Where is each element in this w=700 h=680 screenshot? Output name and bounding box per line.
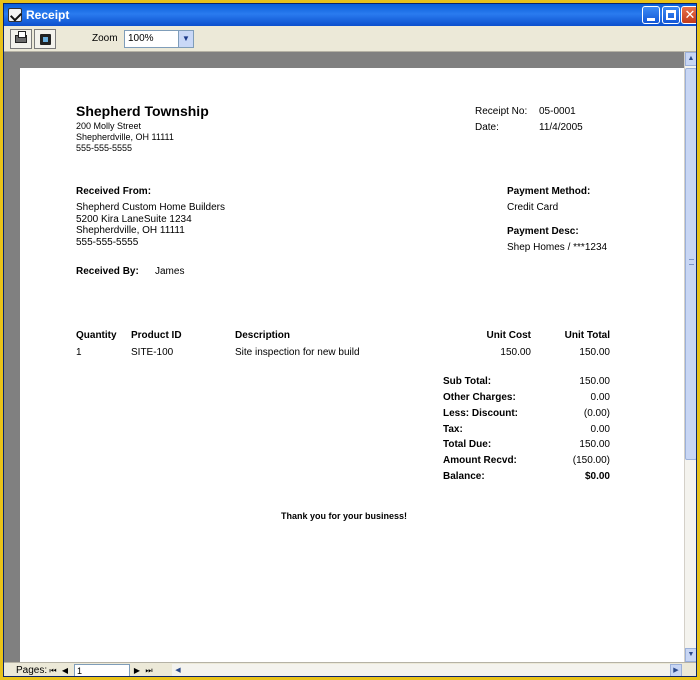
balance-label: Balance:	[443, 471, 485, 482]
date-label: Date:	[475, 122, 499, 133]
maximize-button[interactable]	[662, 6, 680, 24]
subtotal-label: Sub Total:	[443, 376, 492, 387]
subtotal-value: 150.00	[579, 376, 610, 387]
other-charges-value: 0.00	[590, 392, 610, 403]
company-address-line2: Shepherdville, OH 11111	[76, 132, 174, 142]
received-from-line4: 555-555-5555	[76, 237, 139, 248]
receipt-app-icon	[8, 8, 22, 22]
scroll-right-icon[interactable]: ▶	[670, 664, 682, 676]
minimize-icon	[647, 18, 655, 21]
amount-received-value: (150.00)	[572, 455, 610, 466]
payment-method-label: Payment Method:	[507, 186, 591, 197]
zoom-select[interactable]: 100% ▼	[124, 30, 194, 48]
received-from-line2: 5200 Kira LaneSuite 1234	[76, 214, 192, 225]
row-quantity: 1	[76, 347, 82, 358]
first-page-icon[interactable]: ⏮	[48, 665, 58, 676]
received-by-label: Received By:	[76, 266, 139, 277]
company-phone: 555-555-5555	[76, 143, 133, 153]
close-button[interactable]: ✕	[681, 6, 696, 24]
export-icon	[40, 34, 51, 45]
payment-desc-label: Payment Desc:	[507, 226, 579, 237]
scroll-down-icon[interactable]: ▼	[685, 648, 696, 662]
tax-label: Tax:	[443, 424, 463, 435]
other-charges-label: Other Charges:	[443, 392, 516, 403]
report-viewport: Shepherd Township 200 Molly Street Sheph…	[4, 52, 684, 662]
export-button[interactable]	[34, 29, 56, 49]
amount-received-label: Amount Recvd:	[443, 455, 517, 466]
total-due-value: 150.00	[579, 439, 610, 450]
scroll-up-icon[interactable]: ▲	[685, 52, 696, 66]
horizontal-scrollbar[interactable]: ◀ ▶	[172, 664, 682, 676]
status-bar: Pages: ⏮ ◀ 1 ▶ ⏭ ◀ ▶	[4, 662, 696, 676]
receipt-page: Shepherd Township 200 Molly Street Sheph…	[20, 68, 684, 662]
window-title: Receipt	[26, 8, 70, 22]
row-unit-cost: 150.00	[500, 347, 531, 358]
receipt-no-value: 05-0001	[539, 106, 576, 117]
receipt-no-label: Receipt No:	[475, 106, 528, 117]
maximize-icon	[666, 10, 676, 20]
payment-desc-value: Shep Homes / ***1234	[507, 242, 608, 253]
row-product-id: SITE-100	[131, 347, 174, 358]
printer-icon	[15, 31, 27, 43]
total-due-label: Total Due:	[443, 439, 492, 450]
date-value: 11/4/2005	[539, 122, 583, 133]
payment-method-value: Credit Card	[507, 202, 559, 213]
received-from-line1: Shepherd Custom Home Builders	[76, 202, 225, 213]
thank-you-message: Thank you for your business!	[280, 511, 408, 521]
scroll-left-icon[interactable]: ◀	[172, 664, 184, 676]
pages-label: Pages:	[16, 665, 48, 676]
title-bar[interactable]: Receipt ✕	[4, 4, 696, 26]
col-header-product-id: Product ID	[131, 330, 182, 341]
page-number-input[interactable]: 1	[74, 664, 130, 676]
close-icon: ✕	[684, 8, 696, 23]
zoom-value: 100%	[128, 33, 154, 44]
vertical-scroll-thumb[interactable]	[685, 68, 696, 460]
previous-page-icon[interactable]: ◀	[60, 665, 70, 676]
last-page-icon[interactable]: ⏭	[144, 665, 154, 676]
col-header-quantity: Quantity	[76, 330, 117, 341]
received-from-label: Received From:	[76, 186, 152, 197]
received-by-value: James	[155, 266, 185, 277]
col-header-description: Description	[235, 330, 291, 341]
company-address-line1: 200 Molly Street	[76, 121, 142, 131]
row-unit-total: 150.00	[579, 347, 610, 358]
toolbar: Zoom 100% ▼	[4, 26, 696, 52]
zoom-label: Zoom	[92, 33, 118, 44]
chevron-down-icon[interactable]: ▼	[178, 31, 193, 47]
receipt-window: Receipt ✕ Zoom 100% ▼ Shepherd Township …	[3, 3, 697, 677]
vertical-scrollbar[interactable]: ▲ ▼	[684, 52, 696, 662]
print-button[interactable]	[10, 29, 32, 49]
company-name: Shepherd Township	[76, 103, 209, 119]
received-from-line3: Shepherdville, OH 11111	[76, 225, 185, 236]
col-header-unit-total: Unit Total	[564, 330, 610, 341]
next-page-icon[interactable]: ▶	[132, 665, 142, 676]
tax-value: 0.00	[590, 424, 610, 435]
minimize-button[interactable]	[642, 6, 660, 24]
grip-icon	[689, 259, 694, 265]
col-header-unit-cost: Unit Cost	[486, 330, 531, 341]
discount-label: Less: Discount:	[443, 408, 519, 419]
discount-value: (0.00)	[583, 408, 610, 419]
row-description: Site inspection for new build	[235, 347, 360, 358]
balance-value: $0.00	[584, 471, 610, 482]
